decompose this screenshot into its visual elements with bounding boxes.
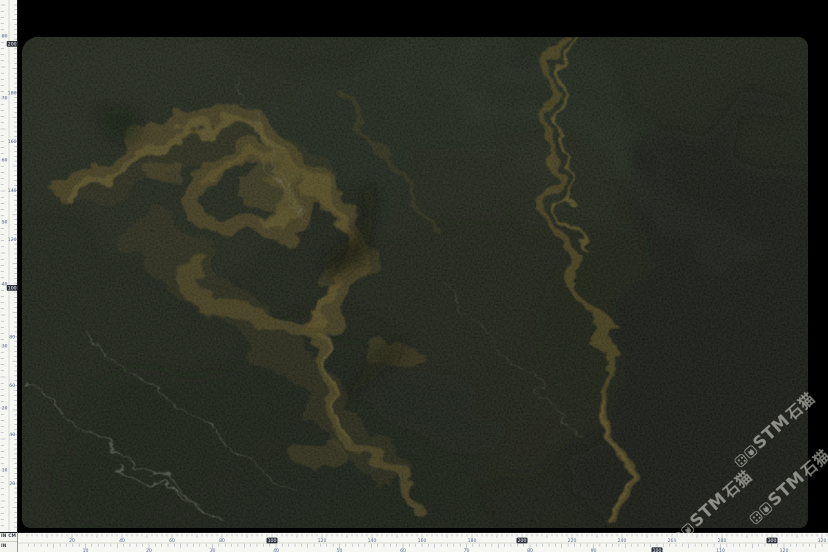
- unit-label-cm: CM: [8, 535, 16, 540]
- ruler-label: 50: [2, 220, 8, 226]
- vertical-ruler: 20 40 60 80 100 120 140 160 180 200 10 20 30 40 50 60 70…: [0, 0, 18, 532]
- ruler-unit-corner-box: IN CM IN: [0, 532, 18, 552]
- ruler-label: 260: [668, 538, 677, 544]
- slab-photo: [22, 37, 808, 528]
- ruler-label: 30: [210, 548, 216, 552]
- corner-row-in: IN: [0, 542, 17, 552]
- ruler-label: 120: [318, 538, 327, 544]
- ruler-label: 280: [718, 538, 727, 544]
- ruler-label: 140: [368, 538, 377, 544]
- ruler-label: 70: [464, 548, 470, 552]
- slab-scan-viewer: 20 40 60 80 100 120 140 160 180 200 10 20 30 40 50 60 70…: [0, 0, 828, 552]
- slab-image: [22, 37, 808, 528]
- ruler-label: 20: [9, 481, 15, 487]
- ruler-label: 100: [653, 548, 662, 552]
- ruler-label: 200: [518, 538, 527, 544]
- ruler-label: 70: [2, 96, 8, 102]
- ruler-label: 160: [8, 139, 17, 145]
- ruler-label: 10: [83, 548, 89, 552]
- horizontal-ruler: 20 40 60 80 100 120 140 160 180 200 220 240 260 280 30…: [0, 532, 828, 552]
- ruler-label: 80: [9, 334, 15, 340]
- ruler-label: 240: [618, 538, 627, 544]
- ruler-label: 60: [2, 158, 8, 164]
- ruler-label: 40: [2, 282, 8, 288]
- ruler-label: 60: [169, 538, 175, 544]
- ruler-label: 20: [2, 406, 8, 412]
- ruler-label: 180: [468, 538, 477, 544]
- ruler-label: 60: [400, 548, 406, 552]
- ruler-label: 60: [9, 383, 15, 389]
- cm-ticks: [27, 534, 827, 540]
- unit-label-in: IN: [1, 535, 6, 540]
- ruler-label: 100: [8, 286, 17, 292]
- ruler-label: 120: [8, 237, 17, 243]
- ruler-label: 20: [69, 538, 75, 544]
- corner-row-units: IN CM: [0, 533, 17, 542]
- ruler-label: 20: [146, 548, 152, 552]
- ruler-label: 80: [219, 538, 225, 544]
- ruler-label: 40: [119, 538, 125, 544]
- in-ticks: [1, 5, 7, 526]
- ruler-label: 120: [780, 548, 789, 552]
- ruler-label: 90: [591, 548, 597, 552]
- ruler-label: 80: [527, 548, 533, 552]
- ruler-label: 80: [2, 34, 8, 40]
- unit-label-in-row: IN: [1, 545, 6, 550]
- ruler-label: 160: [418, 538, 427, 544]
- vertical-ruler-scale: 20 40 60 80 100 120 140 160 180 200 10 20 30 40 50 60 70…: [0, 0, 18, 532]
- ruler-label: 10: [2, 468, 8, 474]
- ruler-label: 200: [8, 42, 17, 48]
- ruler-label: 40: [9, 432, 15, 438]
- ruler-label: 100: [268, 538, 277, 544]
- ruler-label: 110: [716, 548, 725, 552]
- ruler-label: 180: [8, 90, 17, 96]
- ruler-label: 220: [568, 538, 577, 544]
- ruler-label: 300: [768, 538, 777, 544]
- horizontal-ruler-scale: 20 40 60 80 100 120 140 160 180 200 220 240 260 280 30…: [0, 533, 828, 552]
- ruler-label: 40: [273, 548, 279, 552]
- ruler-label: 30: [2, 344, 8, 350]
- cm-ticks: [11, 5, 17, 527]
- ruler-label: 320: [818, 538, 827, 544]
- ruler-label: 140: [8, 188, 17, 194]
- ruler-label: 50: [337, 548, 343, 552]
